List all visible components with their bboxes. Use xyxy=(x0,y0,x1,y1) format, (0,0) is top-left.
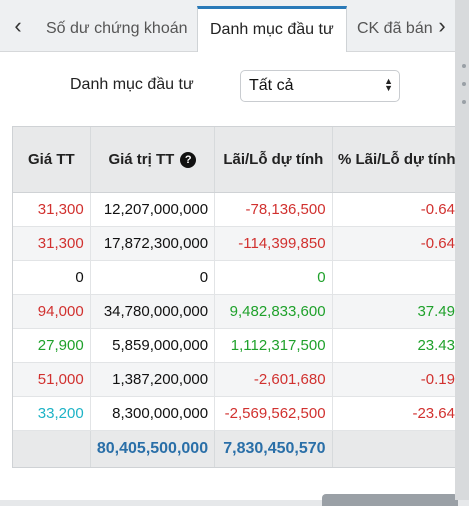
header-gia-tri-tt-label: Giá trị TT xyxy=(108,151,175,168)
pl-cell: -2,601,680 xyxy=(215,363,333,396)
pct-cell: -0.19 xyxy=(420,371,455,388)
table-row[interactable]: 33,200 8,300,000,000 -2,569,562,500 -23.64 xyxy=(13,397,461,431)
bottom-handle[interactable] xyxy=(322,494,458,506)
table-row[interactable]: 94,000 34,780,000,000 9,482,833,600 37.49 xyxy=(13,295,461,329)
filter-label: Danh mục đầu tư xyxy=(70,76,194,93)
tab-bar: ‹ Số dư chứng khoán Danh mục đầu tư CK đ… xyxy=(0,0,469,52)
chevron-right-icon[interactable]: › xyxy=(432,14,452,38)
pl-cell: -114,399,850 xyxy=(215,227,333,260)
totals-row: 80,405,500,000 7,830,450,570 xyxy=(13,431,461,467)
header-lai-lo: Lãi/Lỗ dự tính xyxy=(215,127,333,192)
pct-cell xyxy=(333,261,461,294)
price-cell: 31,300 xyxy=(13,193,91,226)
total-price-cell xyxy=(13,431,91,467)
value-cell: 8,300,000,000 xyxy=(91,397,216,430)
portfolio-select-value: Tất cả xyxy=(249,77,294,94)
portfolio-table: Giá TT Giá trị TT ? Lãi/Lỗ dự tính % Lãi… xyxy=(12,126,462,468)
price-cell: 27,900 xyxy=(13,329,91,362)
table-row[interactable]: 31,300 17,872,300,000 -114,399,850 -0.64 xyxy=(13,227,461,261)
table-header: Giá TT Giá trị TT ? Lãi/Lỗ dự tính % Lãi… xyxy=(13,127,461,193)
chevron-left-icon[interactable]: ‹ xyxy=(8,14,28,38)
pct-cell: 23.43 xyxy=(417,337,455,354)
price-cell: 94,000 xyxy=(13,295,91,328)
edge-dot xyxy=(462,82,466,86)
price-cell: 31,300 xyxy=(13,227,91,260)
table-row[interactable]: 27,900 5,859,000,000 1,112,317,500 23.43 xyxy=(13,329,461,363)
pl-cell: -78,136,500 xyxy=(215,193,333,226)
edge-dot xyxy=(462,100,466,104)
value-cell: 12,207,000,000 xyxy=(91,193,216,226)
tab-so-du-chung-khoan[interactable]: Số dư chứng khoán xyxy=(34,6,200,52)
screen: ‹ Số dư chứng khoán Danh mục đầu tư CK đ… xyxy=(0,0,469,506)
value-cell: 17,872,300,000 xyxy=(91,227,216,260)
price-cell: 51,000 xyxy=(13,363,91,396)
pct-cell: 37.49 xyxy=(417,303,455,320)
total-pct-cell xyxy=(333,431,461,467)
question-icon[interactable]: ? xyxy=(180,151,197,168)
total-value-cell: 80,405,500,000 xyxy=(91,431,216,467)
table-row[interactable]: 51,000 1,387,200,000 -2,601,680 -0.19 xyxy=(13,363,461,397)
tab-danh-muc-dau-tu[interactable]: Danh mục đầu tư xyxy=(197,6,347,52)
value-cell: 1,387,200,000 xyxy=(91,363,216,396)
edge-dot xyxy=(462,64,466,68)
pct-cell: -0.64 xyxy=(420,235,455,252)
header-gia-tri-tt: Giá trị TT ? xyxy=(91,127,216,192)
header-pct-lai-lo: % Lãi/Lỗ dự tính xyxy=(338,151,456,168)
select-caret-icon: ▲ ▼ xyxy=(384,76,393,94)
pl-cell: -2,569,562,500 xyxy=(215,397,333,430)
price-cell: 33,200 xyxy=(13,397,91,430)
tab-ck-da-ban[interactable]: CK đã bán xyxy=(345,6,445,52)
pl-cell: 9,482,833,600 xyxy=(215,295,333,328)
pct-cell: -0.64 xyxy=(420,201,455,218)
table-row[interactable]: 000 xyxy=(13,261,461,295)
value-cell: 0 xyxy=(91,261,216,294)
portfolio-select[interactable]: Tất cả ▲ ▼ xyxy=(240,70,400,102)
total-pl-cell: 7,830,450,570 xyxy=(215,431,333,467)
value-cell: 5,859,000,000 xyxy=(91,329,216,362)
pct-cell: -23.64 xyxy=(412,405,455,422)
table-row[interactable]: 31,300 12,207,000,000 -78,136,500 -0.64 xyxy=(13,193,461,227)
value-cell: 34,780,000,000 xyxy=(91,295,216,328)
price-cell: 0 xyxy=(13,261,91,294)
header-gia-tt: Giá TT xyxy=(13,127,91,192)
device-edge xyxy=(455,0,469,500)
pl-cell: 1,112,317,500 xyxy=(215,329,333,362)
pl-cell: 0 xyxy=(215,261,333,294)
